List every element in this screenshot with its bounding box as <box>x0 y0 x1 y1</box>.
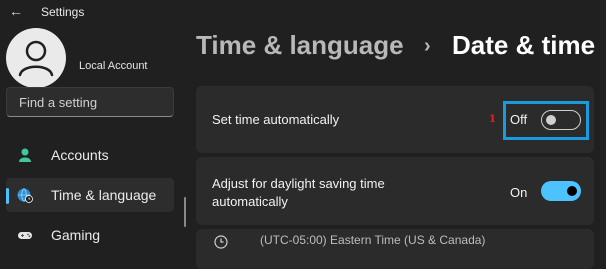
search-placeholder: Find a setting <box>19 95 98 110</box>
minimize-icon[interactable] <box>553 0 563 1</box>
clock-icon <box>214 235 228 249</box>
sidebar-scrollbar[interactable] <box>184 197 186 227</box>
highlight-box <box>503 101 589 140</box>
setting-card-time-zone[interactable]: (UTC-05:00) Eastern Time (US & Canada) <box>196 229 594 269</box>
breadcrumb-separator: › <box>424 35 431 57</box>
sidebar-item-label: Accounts <box>51 147 109 163</box>
account-name: Local Account <box>79 60 148 72</box>
page-title: Date & time <box>452 30 596 60</box>
active-indicator <box>6 188 9 204</box>
gamepad-icon <box>18 232 32 239</box>
setting-label-line2: automatically <box>212 194 288 209</box>
window-title: Settings <box>41 5 85 19</box>
daylight-saving-toggle[interactable] <box>541 181 581 201</box>
sidebar-item-accounts[interactable]: Accounts <box>6 138 174 172</box>
sidebar-item-gaming[interactable]: Gaming <box>6 218 174 252</box>
avatar[interactable] <box>6 28 66 88</box>
toggle-state-text: On <box>510 185 528 200</box>
person-icon <box>19 148 31 162</box>
setting-label-line1: Adjust for daylight saving time <box>212 176 385 191</box>
sidebar-item-time-language[interactable]: Time & language <box>6 178 174 212</box>
time-zone-value: (UTC-05:00) Eastern Time (US & Canada) <box>260 233 486 247</box>
title-bar: ← Settings <box>0 0 606 26</box>
sidebar-item-label: Time & language <box>51 187 157 203</box>
setting-card-daylight-saving: Adjust for daylight saving time automati… <box>196 157 594 225</box>
breadcrumb-parent[interactable]: Time & language <box>196 30 404 61</box>
globe-clock-icon <box>17 188 33 203</box>
setting-label: Set time automatically <box>212 112 340 127</box>
user-silhouette-icon <box>18 40 54 77</box>
step-number-annotation: 1 <box>489 114 496 125</box>
back-arrow-icon[interactable]: ← <box>9 3 23 19</box>
toggle-knob <box>567 186 577 196</box>
sidebar-item-label: Gaming <box>51 227 101 243</box>
search-input[interactable]: Find a setting <box>6 87 174 117</box>
